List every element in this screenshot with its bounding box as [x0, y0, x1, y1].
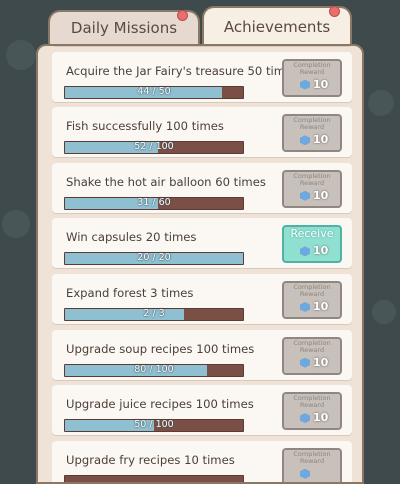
- achievements-panel: Acquire the Jar Fairy's treasure 50 time…: [36, 44, 364, 484]
- achievement-card: Shake the hot air balloon 60 times 31 / …: [52, 162, 352, 213]
- progress-bar: [64, 474, 244, 482]
- reward-label: Completion Reward: [293, 171, 331, 187]
- reward-count: 10: [313, 133, 329, 147]
- reward-label: Completion Reward: [293, 282, 331, 298]
- reward-count: 10: [313, 355, 329, 369]
- achievement-title: Upgrade soup recipes 100 times: [66, 341, 255, 356]
- achievement-title: Upgrade fry recipes 10 times: [66, 452, 235, 467]
- achievement-card: [52, 44, 352, 46]
- progress-text: 52 / 100: [134, 141, 174, 153]
- achievement-card: Upgrade soup recipes 100 times 80 / 100 …: [52, 329, 352, 380]
- background-decoration: [2, 210, 30, 238]
- reward-count: 10: [313, 299, 329, 313]
- achievement-card: Win capsules 20 times 20 / 20 Receive 10: [52, 218, 352, 269]
- achievement-card: Upgrade fry recipes 10 times Completion …: [52, 440, 352, 482]
- tab-daily-missions-label: Daily Missions: [70, 19, 178, 37]
- completion-reward-button[interactable]: Completion Reward 10: [282, 280, 342, 319]
- progress-bar: 20 / 20: [64, 252, 244, 266]
- reward-label: Receive: [290, 227, 334, 241]
- receive-reward-button[interactable]: Receive 10: [282, 225, 342, 264]
- completion-reward-button[interactable]: Completion Reward: [282, 447, 342, 482]
- reward-count: 10: [313, 188, 329, 202]
- progress-bar: 80 / 100: [64, 363, 244, 377]
- progress-bar: 44 / 50: [64, 85, 244, 99]
- background-decoration: [372, 300, 396, 324]
- gem-icon: [300, 246, 310, 257]
- notification-dot: [177, 10, 188, 21]
- tab-achievements-label: Achievements: [223, 18, 331, 36]
- progress-text: 31 / 60: [137, 196, 171, 208]
- achievement-card: Upgrade juice recipes 100 times 50 / 100…: [52, 385, 352, 436]
- achievement-title: Win capsules 20 times: [66, 230, 197, 245]
- reward-count: 10: [313, 244, 329, 258]
- achievement-card: Acquire the Jar Fairy's treasure 50 time…: [52, 51, 352, 102]
- completion-reward-button[interactable]: Completion Reward 10: [282, 392, 342, 431]
- reward-count: 10: [313, 411, 329, 425]
- achievement-card: Fish successfully 100 times 52 / 100 Com…: [52, 107, 352, 158]
- progress-bar: 2 / 3: [64, 307, 244, 321]
- gem-icon: [300, 190, 310, 201]
- completion-reward-button[interactable]: Completion Reward 10: [282, 336, 342, 375]
- progress-bar: 31 / 60: [64, 196, 244, 210]
- gem-icon: [300, 135, 310, 146]
- completion-reward-button[interactable]: Completion Reward 10: [282, 58, 342, 97]
- reward-count: 10: [313, 77, 329, 91]
- background-decoration: [368, 90, 394, 116]
- gem-icon: [300, 79, 310, 90]
- gem-icon: [300, 413, 310, 424]
- progress-bar: 52 / 100: [64, 141, 244, 155]
- completion-reward-button[interactable]: Completion Reward 10: [282, 169, 342, 208]
- completion-reward-button[interactable]: Completion Reward 10: [282, 114, 342, 153]
- notification-dot: [329, 6, 340, 17]
- progress-text: 20 / 20: [137, 252, 171, 264]
- reward-label: Completion Reward: [293, 449, 331, 465]
- achievement-list: Acquire the Jar Fairy's treasure 50 time…: [52, 44, 352, 482]
- gem-icon: [300, 468, 310, 479]
- tab-daily-missions[interactable]: Daily Missions: [48, 10, 200, 44]
- achievement-title: Upgrade juice recipes 100 times: [66, 397, 254, 412]
- gem-icon: [300, 301, 310, 312]
- reward-label: Completion Reward: [293, 338, 331, 354]
- progress-text: 50 / 100: [134, 419, 174, 431]
- progress-bar: 50 / 100: [64, 419, 244, 433]
- achievement-title: Acquire the Jar Fairy's treasure 50 time…: [66, 63, 299, 78]
- reward-label: Completion Reward: [293, 116, 331, 132]
- reward-label: Completion Reward: [293, 60, 331, 76]
- progress-text: 2 / 3: [143, 307, 165, 319]
- achievement-title: Shake the hot air balloon 60 times: [66, 174, 266, 189]
- tab-achievements[interactable]: Achievements: [202, 6, 352, 46]
- background-decoration: [6, 40, 36, 70]
- progress-text: 44 / 50: [137, 85, 171, 97]
- progress-text: 80 / 100: [134, 363, 174, 375]
- reward-label: Completion Reward: [293, 394, 331, 410]
- achievement-title: Expand forest 3 times: [66, 285, 194, 300]
- achievement-card: Expand forest 3 times 2 / 3 Completion R…: [52, 273, 352, 324]
- achievement-title: Fish successfully 100 times: [66, 119, 224, 134]
- gem-icon: [300, 357, 310, 368]
